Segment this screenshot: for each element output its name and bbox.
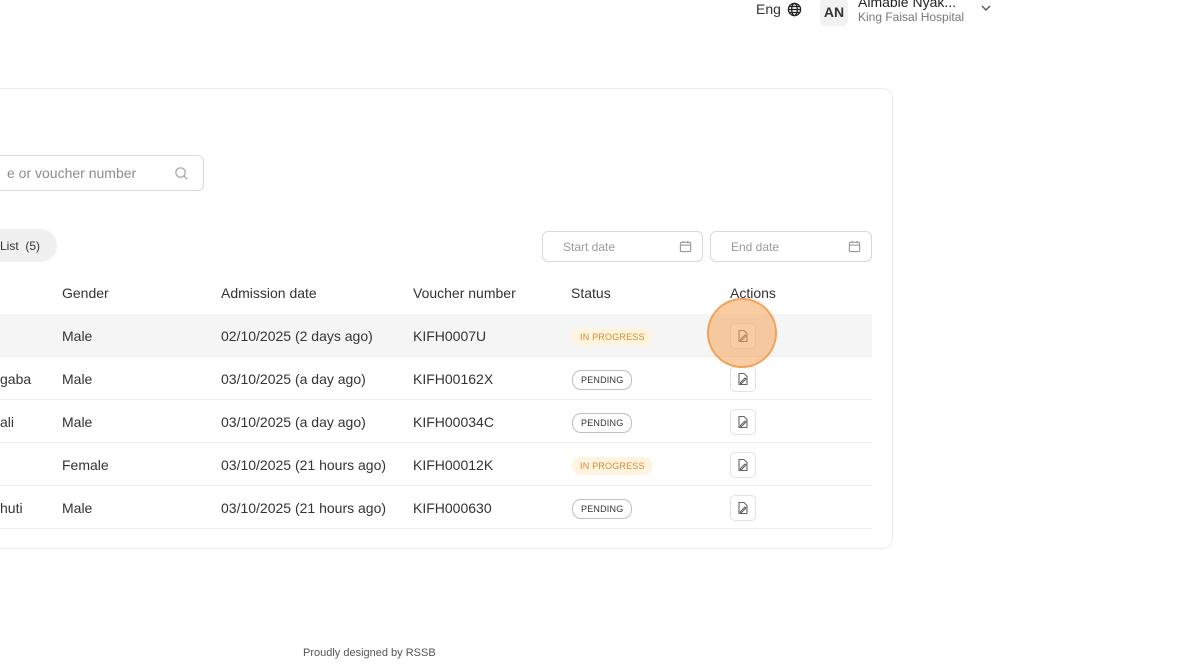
chevron-down-icon[interactable]	[980, 2, 992, 14]
cell-voucher-number: KIFH00162X	[413, 371, 494, 387]
document-icon	[738, 372, 748, 386]
status-badge: PENDING	[572, 413, 633, 433]
document-icon	[738, 329, 748, 343]
table-row[interactable]: huti Male 03/10/2025 (21 hours ago) KIFH…	[0, 486, 872, 529]
search-icon	[175, 167, 188, 180]
view-document-button[interactable]	[730, 452, 756, 478]
tab-list-count: (5)	[25, 238, 41, 253]
cell-gender: Male	[62, 414, 93, 430]
document-icon	[738, 501, 748, 515]
language-switcher[interactable]: Eng	[756, 1, 802, 17]
cell-name: gaba	[0, 371, 32, 387]
status-badge: PENDING	[572, 370, 633, 390]
cell-admission-date: 03/10/2025 (a day ago)	[221, 371, 366, 387]
cell-voucher-number: KIFH00034C	[413, 414, 494, 430]
cell-name: huti	[0, 500, 23, 516]
tab-list-label: List	[0, 238, 19, 253]
cell-gender: Male	[62, 500, 93, 516]
calendar-icon	[679, 240, 692, 253]
globe-icon	[787, 2, 802, 16]
cell-voucher-number: KIFH00012K	[413, 457, 494, 473]
tab-list[interactable]: List (5)	[0, 229, 57, 262]
view-document-button[interactable]	[730, 366, 756, 392]
user-menu[interactable]: AN Aimable Nyak... King Faisal Hospital	[820, 0, 992, 26]
status-badge: PENDING	[572, 499, 633, 519]
end-date-placeholder: End date	[731, 239, 780, 254]
user-info: Aimable Nyak... King Faisal Hospital	[858, 0, 964, 24]
view-document-button[interactable]	[730, 323, 756, 349]
cell-admission-date: 02/10/2025 (2 days ago)	[221, 328, 373, 344]
start-date-placeholder: Start date	[563, 239, 616, 254]
column-header-gender: Gender	[62, 285, 109, 301]
view-document-button[interactable]	[730, 495, 756, 521]
document-icon	[738, 458, 748, 472]
language-label: Eng	[756, 1, 781, 17]
table-row[interactable]: Female 03/10/2025 (21 hours ago) KIFH000…	[0, 443, 872, 486]
status-badge: IN PROGRESS	[572, 457, 653, 475]
avatar: AN	[820, 0, 848, 26]
start-date-input[interactable]: Start date	[542, 231, 703, 262]
cell-admission-date: 03/10/2025 (21 hours ago)	[221, 500, 387, 516]
table-row[interactable]: Male 02/10/2025 (2 days ago) KIFH0007U I…	[0, 314, 872, 357]
cell-gender: Male	[62, 328, 93, 344]
column-header-voucher-number: Voucher number	[413, 285, 516, 301]
end-date-input[interactable]: End date	[710, 231, 872, 262]
status-badge: IN PROGRESS	[572, 328, 653, 346]
column-header-admission-date: Admission date	[221, 285, 317, 301]
user-name: Aimable Nyak...	[858, 0, 957, 10]
table-row[interactable]: gaba Male 03/10/2025 (a day ago) KIFH001…	[0, 357, 872, 400]
cell-admission-date: 03/10/2025 (a day ago)	[221, 414, 366, 430]
cell-voucher-number: KIFH0007U	[413, 328, 487, 344]
view-document-button[interactable]	[730, 409, 756, 435]
search-placeholder: e or voucher number	[7, 165, 137, 181]
cell-name: ali	[0, 414, 15, 430]
cell-admission-date: 03/10/2025 (21 hours ago)	[221, 457, 387, 473]
column-header-actions: Actions	[730, 285, 776, 301]
calendar-icon	[848, 240, 861, 253]
table-row[interactable]: ali Male 03/10/2025 (a day ago) KIFH0003…	[0, 400, 872, 443]
user-organization: King Faisal Hospital	[858, 10, 965, 24]
search-input[interactable]: e or voucher number	[0, 155, 204, 191]
cell-gender: Female	[62, 457, 109, 473]
footer-credit: Proudly designed by RSSB	[303, 647, 436, 659]
column-header-status: Status	[571, 285, 611, 301]
document-icon	[738, 415, 748, 429]
cell-voucher-number: KIFH000630	[413, 500, 492, 516]
cell-gender: Male	[62, 371, 93, 387]
